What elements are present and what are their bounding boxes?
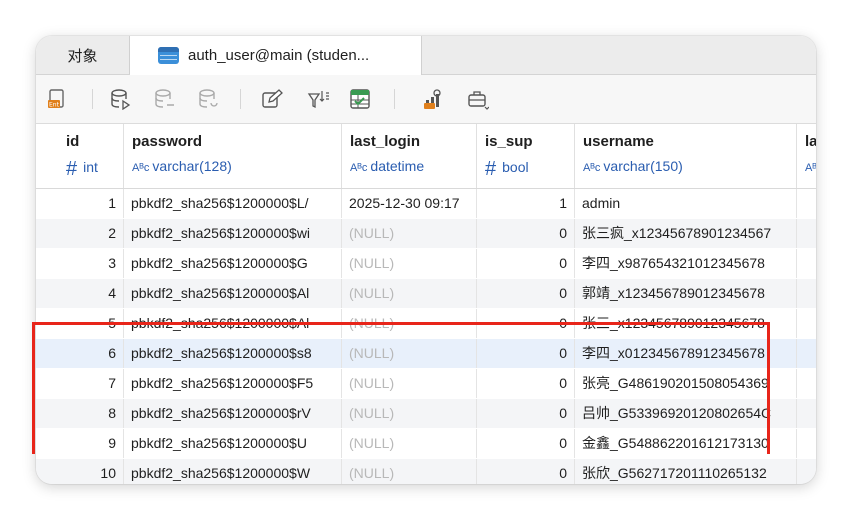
refresh-icon[interactable] [196, 87, 220, 111]
toolbar: Ent [36, 75, 816, 124]
cell-username[interactable]: 郭靖_x123456789012345678 [575, 279, 797, 308]
cell-last-login[interactable]: (NULL) [342, 279, 477, 308]
column-type-password: Aᴮᴄ varchar(128) [132, 158, 232, 174]
column-header-is-sup[interactable]: is_sup # bool [477, 124, 575, 188]
cell-is-sup[interactable]: 1 [477, 189, 575, 218]
table-row[interactable]: 3 pbkdf2_sha256$1200000$G (NULL) 0 李四_x98765… [36, 249, 816, 278]
edit-icon[interactable] [260, 87, 284, 111]
cell-password[interactable]: pbkdf2_sha256$1200000$L/ [124, 189, 342, 218]
cell-last-login[interactable]: (NULL) [342, 219, 477, 248]
column-header-last-name[interactable]: la Aᴮ [797, 124, 816, 188]
column-header-password[interactable]: password Aᴮᴄ varchar(128) [124, 124, 342, 188]
cell-is-sup[interactable]: 0 [477, 279, 575, 308]
tools-icon[interactable] [466, 87, 490, 111]
tab-objects[interactable]: 对象 [36, 36, 130, 74]
column-type-last-login: Aᴮᴄ datetime [350, 158, 425, 174]
cell-username[interactable]: 李四_x987654321012345678 [575, 249, 797, 278]
column-header-last-login[interactable]: last_login Aᴮᴄ datetime [342, 124, 477, 188]
table-row[interactable]: 10 pbkdf2_sha256$1200000$W (NULL) 0 张欣_G5627… [36, 459, 816, 484]
export-icon[interactable]: Ent [46, 87, 70, 111]
annotation-highlight-box [32, 322, 770, 454]
cell-last-login[interactable]: 2025-12-30 09:17 [342, 189, 477, 218]
add-row-icon[interactable] [108, 87, 132, 111]
grid-header: id # int password Aᴮᴄ varchar(128) last_lo… [36, 124, 816, 189]
cell-password[interactable]: pbkdf2_sha256$1200000$G [124, 249, 342, 278]
cell-last-name[interactable] [797, 399, 816, 428]
cell-id[interactable]: 2 [58, 219, 124, 248]
cell-password[interactable]: pbkdf2_sha256$1200000$W [124, 459, 342, 484]
table-row[interactable]: 1 pbkdf2_sha256$1200000$L/2025-12-30 09:1… [36, 189, 816, 218]
column-type-is-sup: # bool [485, 158, 529, 180]
column-type-username: Aᴮᴄ varchar(150) [583, 158, 683, 174]
column-type-id: # int [66, 158, 98, 180]
tab-auth-user[interactable]: auth_user@main (studen... [130, 36, 422, 75]
table-row[interactable]: 4 pbkdf2_sha256$1200000$Al (NULL) 0 郭靖_x1234… [36, 279, 816, 308]
cell-last-name[interactable] [797, 189, 816, 218]
table-row[interactable]: 2 pbkdf2_sha256$1200000$wi (NULL) 0 张三疯_x123… [36, 219, 816, 248]
cell-id[interactable]: 3 [58, 249, 124, 278]
cell-is-sup[interactable]: 0 [477, 219, 575, 248]
cell-is-sup[interactable]: 0 [477, 459, 575, 484]
cell-last-name[interactable] [797, 309, 816, 338]
chart-icon[interactable] [422, 87, 446, 111]
cell-password[interactable]: pbkdf2_sha256$1200000$wi [124, 219, 342, 248]
cell-last-name[interactable] [797, 369, 816, 398]
cell-username[interactable]: 张欣_G562717201110265132 [575, 459, 797, 484]
cell-id[interactable]: 4 [58, 279, 124, 308]
cell-username[interactable]: admin [575, 189, 797, 218]
svg-text:Ent: Ent [49, 102, 60, 109]
cell-last-name[interactable] [797, 339, 816, 368]
cell-last-login[interactable]: (NULL) [342, 459, 477, 484]
table-icon [158, 47, 179, 64]
cell-last-name[interactable] [797, 429, 816, 458]
tab-auth-user-label: auth_user@main (studen... [188, 47, 370, 64]
column-type-last-name: Aᴮ [805, 162, 816, 174]
cell-is-sup[interactable]: 0 [477, 249, 575, 278]
cell-username[interactable]: 张三疯_x12345678901234567 [575, 219, 797, 248]
sort-icon[interactable] [306, 87, 330, 111]
delete-row-icon[interactable] [152, 87, 176, 111]
tab-objects-label: 对象 [67, 47, 98, 65]
column-header-id[interactable]: id # int [58, 124, 124, 188]
cell-id[interactable]: 1 [58, 189, 124, 218]
cell-last-name[interactable] [797, 249, 816, 278]
cell-id[interactable]: 10 [58, 459, 124, 484]
cell-last-name[interactable] [797, 219, 816, 248]
cell-last-login[interactable]: (NULL) [342, 249, 477, 278]
grid-view-icon[interactable] [348, 87, 372, 111]
cell-last-name[interactable] [797, 279, 816, 308]
tab-bar: 对象 auth_user@main (studen... [36, 36, 816, 75]
cell-last-name[interactable] [797, 459, 816, 484]
column-header-username[interactable]: username Aᴮᴄ varchar(150) [575, 124, 797, 188]
cell-password[interactable]: pbkdf2_sha256$1200000$Al [124, 279, 342, 308]
